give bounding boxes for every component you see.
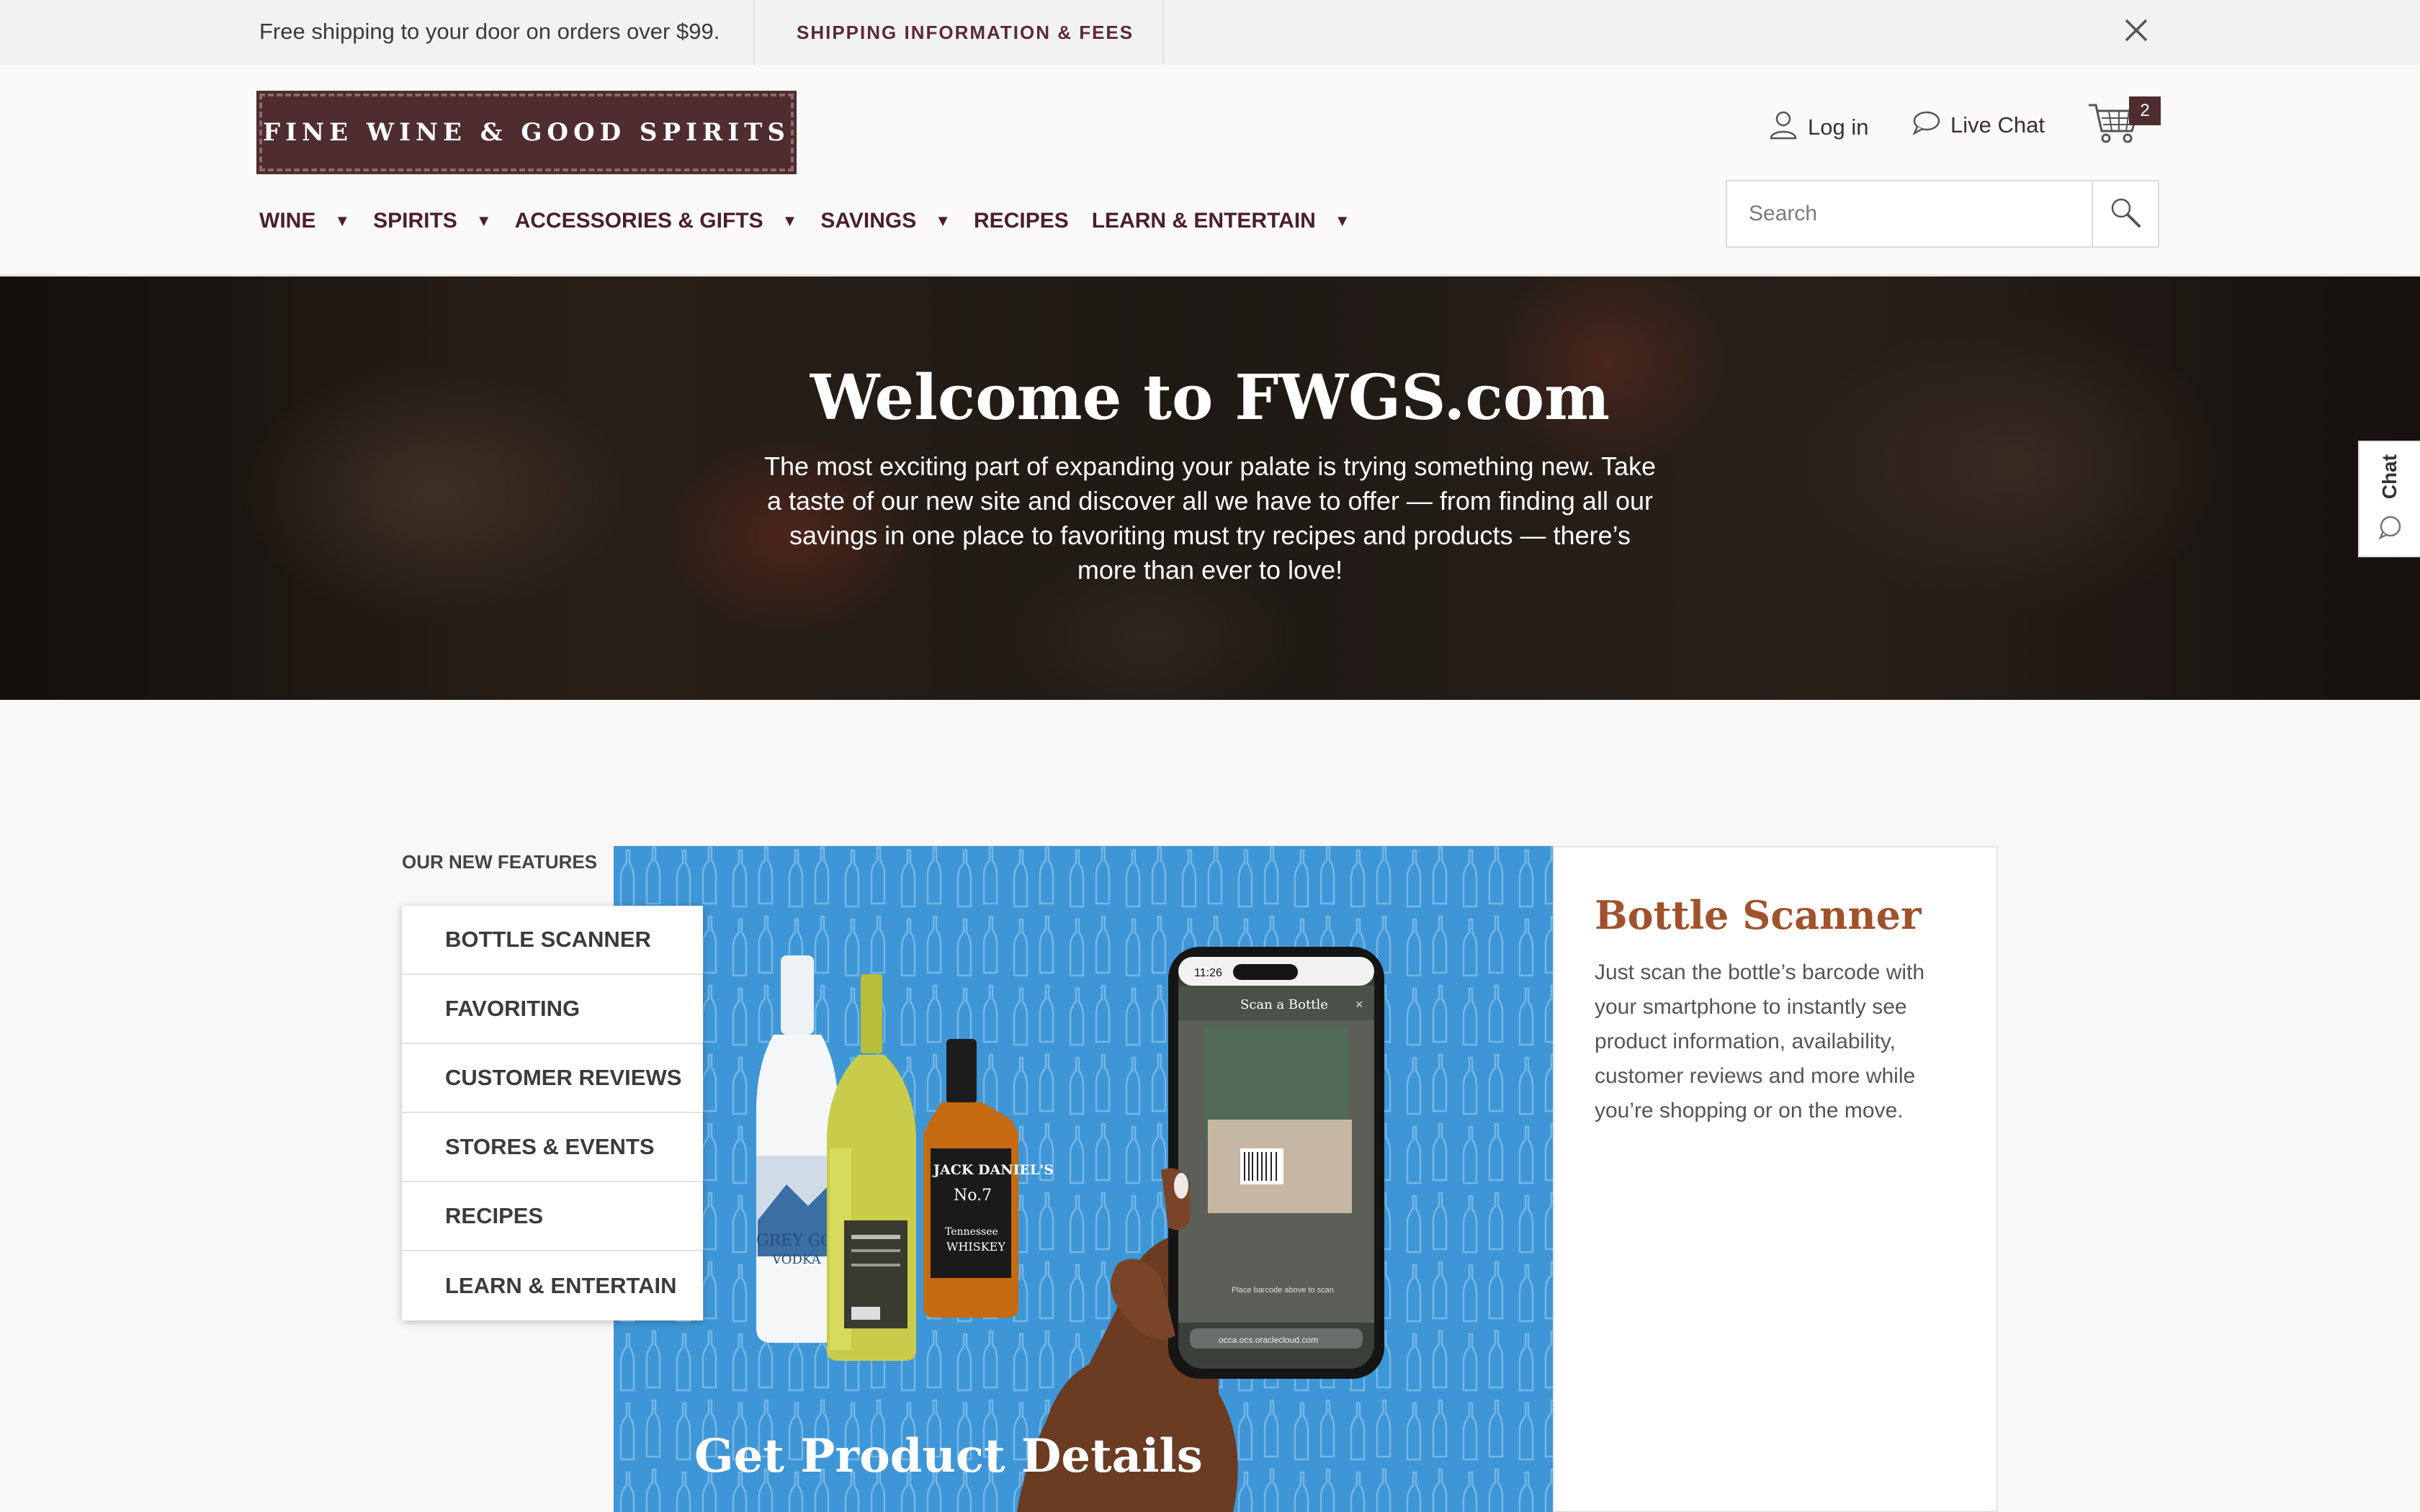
svg-text:JACK DANIEL'S: JACK DANIEL'S <box>932 1162 1054 1178</box>
svg-text:VODKA: VODKA <box>771 1252 822 1267</box>
nav-item-wine[interactable]: WINE ▼ <box>259 209 350 233</box>
promo-divider <box>1162 0 1164 65</box>
nav-item-accessories-gifts[interactable]: ACCESSORIES & GIFTS ▼ <box>515 209 798 233</box>
search-button[interactable] <box>2092 181 2158 246</box>
svg-text:WHISKEY: WHISKEY <box>946 1240 1005 1254</box>
feature-image: GREY GOO VODKA JACK DANIEL'S No.7 Tennes… <box>614 846 1553 1512</box>
chat-tab-label: Chat <box>2378 454 2401 500</box>
hero-title: Welcome to FWGS.com <box>810 361 1610 434</box>
dropdown-caret-icon: ▼ <box>475 212 492 230</box>
nav-label: SPIRITS <box>373 209 457 233</box>
dropdown-caret-icon: ▼ <box>1334 212 1350 230</box>
feature-description: Just scan the bottle’s barcode with your… <box>1595 960 1925 1122</box>
nav-item-spirits[interactable]: SPIRITS ▼ <box>373 209 491 233</box>
feature-menu-item-customer-reviews[interactable]: CUSTOMER REVIEWS <box>402 1044 703 1113</box>
dropdown-caret-icon: ▼ <box>781 212 798 230</box>
login-label: Log in <box>1808 114 1869 140</box>
feature-menu-item-recipes[interactable]: RECIPES <box>402 1182 703 1251</box>
logo-text: FINE WINE & GOOD SPIRITS <box>263 118 790 147</box>
hero-body: The most exciting part of expanding your… <box>763 451 1657 585</box>
nav-item-recipes[interactable]: RECIPES <box>974 209 1069 233</box>
feature-menu-item-favoriting[interactable]: FAVORITING <box>402 975 703 1044</box>
hero-banner: Welcome to FWGS.com The most exciting pa… <box>0 276 2420 700</box>
login-link[interactable]: Log in <box>1769 109 1868 145</box>
search-icon <box>2108 195 2143 233</box>
phone: 11:26 Scan a Bottle × Place barcode abov… <box>1168 947 1384 1379</box>
site-header: FINE WINE & GOOD SPIRITS Log in Live Cha… <box>0 65 2420 276</box>
feature-menu-item-learn-entertain[interactable]: LEARN & ENTERTAIN <box>402 1251 703 1320</box>
promo-divider <box>753 0 755 65</box>
main-nav: WINE ▼ SPIRITS ▼ ACCESSORIES & GIFTS ▼ SAVI… <box>259 209 1373 233</box>
svg-text:Place barcode above to scan: Place barcode above to scan <box>1232 1286 1334 1295</box>
nav-label: WINE <box>259 209 316 233</box>
cart-count-badge: 2 <box>2129 96 2161 125</box>
nav-label: ACCESSORIES & GIFTS <box>514 209 763 233</box>
feature-menu-item-stores-events[interactable]: STORES & EVENTS <box>402 1113 703 1182</box>
live-chat-link[interactable]: Live Chat <box>1912 109 2045 141</box>
site-logo[interactable]: FINE WINE & GOOD SPIRITS <box>256 91 797 174</box>
chat-side-tab[interactable]: Chat <box>2358 441 2420 557</box>
svg-text:×: × <box>1355 997 1363 1012</box>
search-box <box>1726 180 2159 248</box>
nav-label: RECIPES <box>974 209 1069 233</box>
feature-detail-panel: Bottle Scanner Just scan the bottle’s ba… <box>1553 846 1998 1512</box>
free-shipping-text: Free shipping to your door on orders ove… <box>259 19 720 44</box>
dropdown-caret-icon: ▼ <box>935 212 951 230</box>
close-icon[interactable] <box>2122 16 2151 45</box>
features-menu: BOTTLE SCANNER FAVORITING CUSTOMER REVIE… <box>402 906 703 1320</box>
svg-text:No.7: No.7 <box>954 1187 992 1205</box>
image-caption: Get Product Details <box>694 1429 1203 1483</box>
shipping-info-link[interactable]: SHIPPING INFORMATION & FEES <box>797 22 1134 44</box>
chat-bubble-icon <box>2377 514 2403 544</box>
svg-text:occa.ocs.oraclecloud.com: occa.ocs.oraclecloud.com <box>1219 1335 1318 1345</box>
feature-menu-item-bottle-scanner[interactable]: BOTTLE SCANNER <box>402 906 703 975</box>
nav-item-learn-entertain[interactable]: LEARN & ENTERTAIN ▼ <box>1092 209 1350 233</box>
search-input[interactable] <box>1727 181 2092 246</box>
nav-item-savings[interactable]: SAVINGS ▼ <box>820 209 951 233</box>
chat-bubble-icon <box>1912 109 1940 141</box>
promo-bar: Free shipping to your door on orders ove… <box>0 0 2420 65</box>
features-heading: OUR NEW FEATURES <box>402 851 598 873</box>
dropdown-caret-icon: ▼ <box>334 212 351 230</box>
live-chat-label: Live Chat <box>1950 112 2045 138</box>
bottle-scanner-illustration: GREY GOO VODKA JACK DANIEL'S No.7 Tennes… <box>614 846 1553 1512</box>
svg-text:11:26: 11:26 <box>1194 967 1222 979</box>
svg-text:Scan a Bottle: Scan a Bottle <box>1240 997 1328 1012</box>
nav-label: LEARN & ENTERTAIN <box>1091 209 1316 233</box>
svg-text:Tennessee: Tennessee <box>945 1226 998 1238</box>
feature-title: Bottle Scanner <box>1595 892 1922 938</box>
user-icon <box>1769 109 1798 145</box>
nav-label: SAVINGS <box>820 209 917 233</box>
